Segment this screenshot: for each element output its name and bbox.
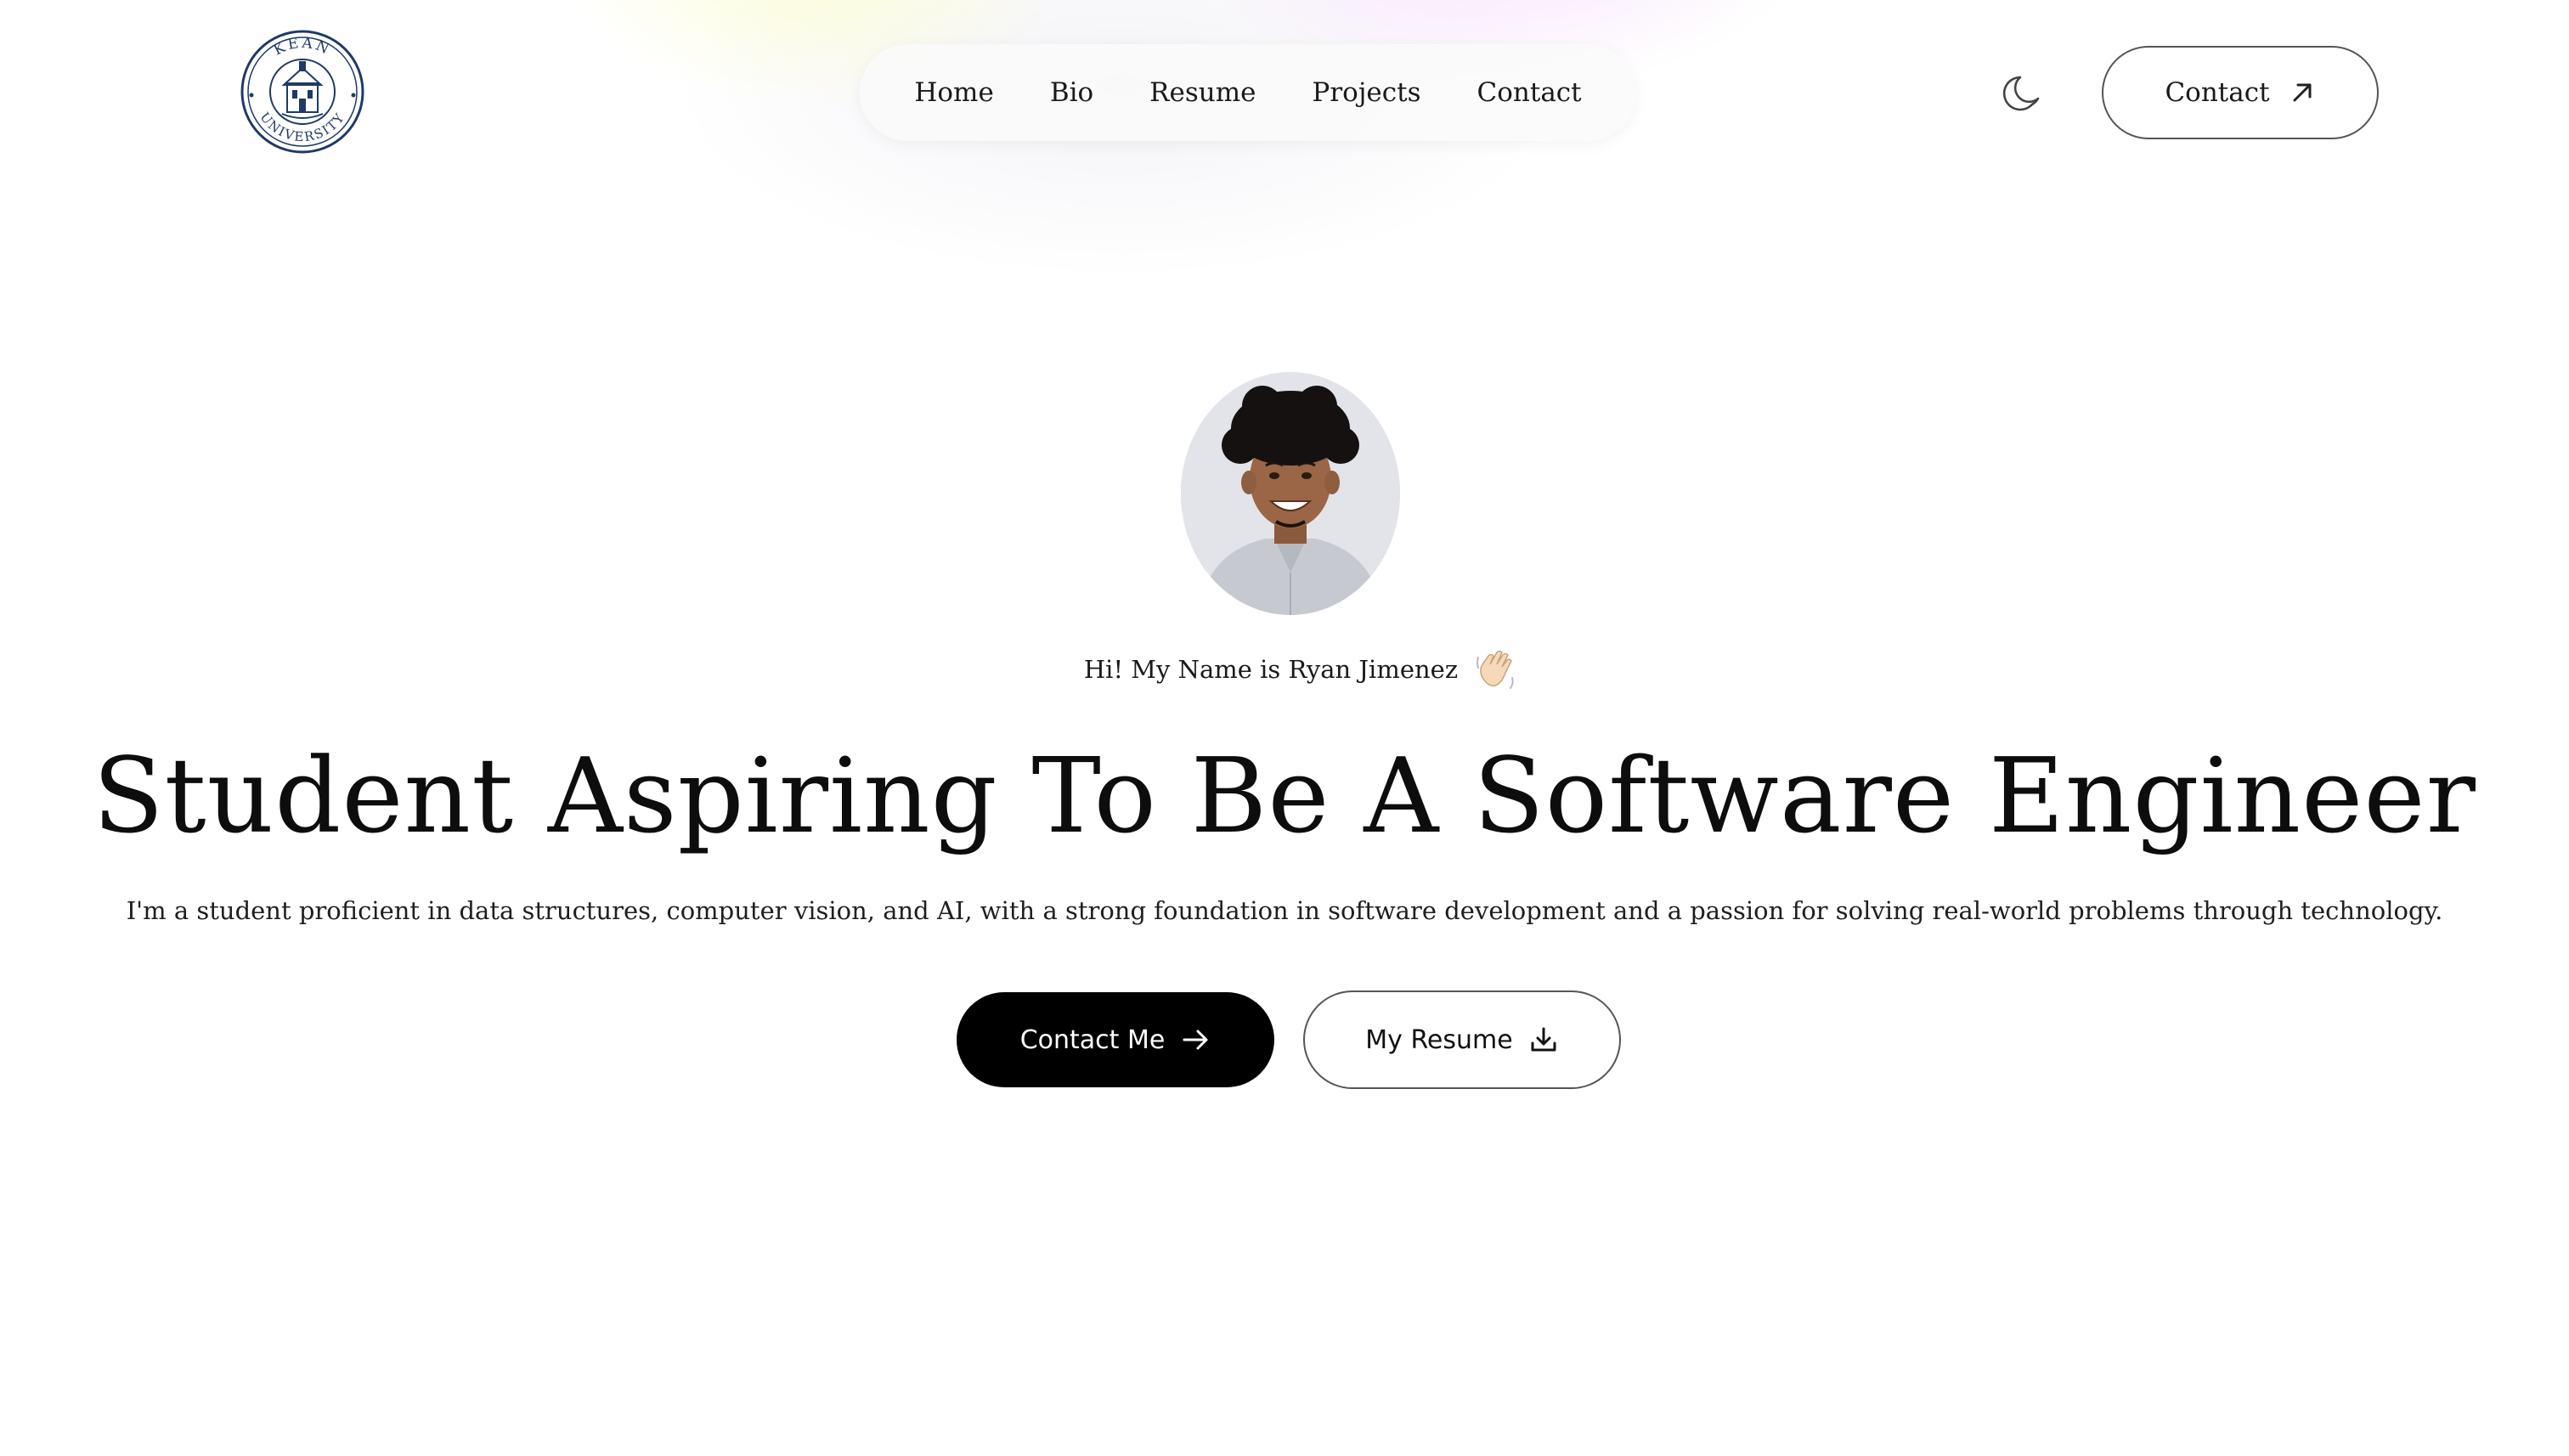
greeting: Hi! My Name is Ryan Jimenez (0, 646, 2569, 693)
my-resume-label: My Resume (1365, 1024, 1513, 1055)
page-title: Student Aspiring To Be A Software Engine… (93, 736, 2476, 856)
contact-me-button[interactable]: Contact Me (957, 992, 1274, 1087)
nav-link-bio[interactable]: Bio (1050, 77, 1093, 108)
contact-me-label: Contact Me (1019, 1024, 1166, 1055)
nav-link-resume[interactable]: Resume (1149, 77, 1256, 108)
download-icon (1528, 1024, 1559, 1055)
logo-seal-graphic: KEAN UNIVERSITY (240, 30, 364, 154)
avatar (1181, 372, 1400, 615)
nav-link-home[interactable]: Home (914, 77, 993, 108)
header-contact-button[interactable]: Contact (2102, 46, 2379, 139)
main-nav: Home Bio Resume Projects Contact (860, 44, 1636, 141)
greeting-text: Hi! My Name is Ryan Jimenez (1083, 655, 1459, 684)
arrow-up-right-icon (2289, 79, 2316, 106)
waving-hand-icon (1471, 646, 1519, 693)
kean-university-seal-icon[interactable]: KEAN UNIVERSITY (240, 29, 365, 155)
profile-photo (1181, 372, 1400, 615)
arrow-right-icon (1180, 1024, 1211, 1055)
moon-icon[interactable] (1998, 70, 2046, 117)
hero-subtitle: I'm a student proficient in data structu… (126, 896, 2443, 925)
header-contact-label: Contact (2165, 77, 2270, 108)
my-resume-button[interactable]: My Resume (1303, 990, 1621, 1089)
nav-link-projects[interactable]: Projects (1312, 77, 1420, 108)
nav-link-contact[interactable]: Contact (1477, 77, 1582, 108)
page: KEAN UNIVERSITY Home Bio Resume Projects… (0, 0, 2569, 1456)
